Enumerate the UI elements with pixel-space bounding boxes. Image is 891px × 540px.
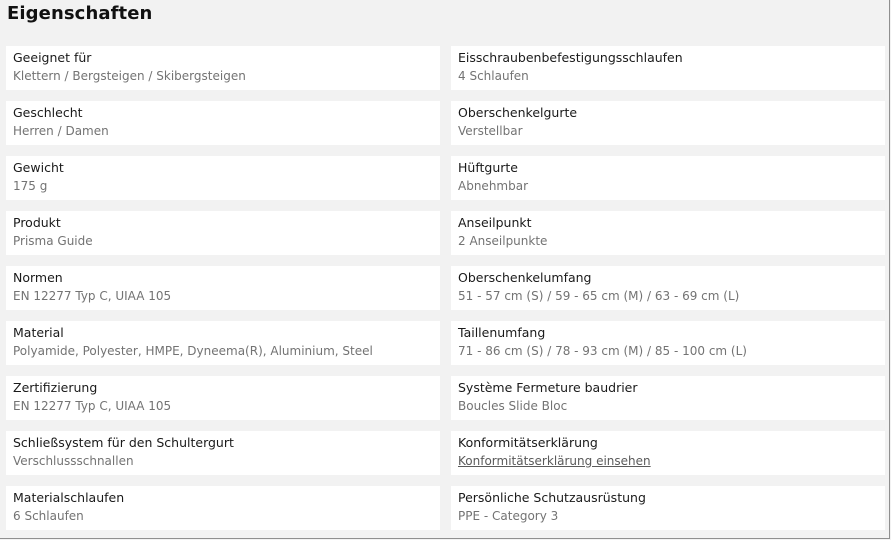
property-value: 175 g (13, 179, 48, 193)
property-label: Material (13, 325, 64, 340)
property-konformitaetserklaerung: Konformitätserklärung Konformitätserklär… (451, 431, 885, 475)
property-label: Schließsystem für den Schultergurt (13, 435, 234, 450)
property-label: Taillenumfang (458, 325, 546, 340)
property-label: Persönliche Schutzausrüstung (458, 490, 646, 505)
property-value: Boucles Slide Bloc (458, 399, 568, 413)
property-gewicht: Gewicht 175 g (6, 156, 440, 200)
property-value: 6 Schlaufen (13, 509, 84, 523)
property-label: Eisschraubenbefestigungsschlaufen (458, 50, 683, 65)
property-label: Gewicht (13, 160, 64, 175)
property-label: Konformitätserklärung (458, 435, 598, 450)
property-label: Normen (13, 270, 63, 285)
property-label: Oberschenkelumfang (458, 270, 592, 285)
property-label: Materialschlaufen (13, 490, 125, 505)
properties-grid: Geeignet für Klettern / Bergsteigen / Sk… (6, 46, 885, 530)
property-taillenumfang: Taillenumfang 71 - 86 cm (S) / 78 - 93 c… (451, 321, 885, 365)
property-value: Herren / Damen (13, 124, 109, 138)
property-value: 4 Schlaufen (458, 69, 529, 83)
property-value: EN 12277 Typ C, UIAA 105 (13, 399, 172, 413)
property-label: Geeignet für (13, 50, 92, 65)
property-normen: Normen EN 12277 Typ C, UIAA 105 (6, 266, 440, 310)
property-systeme-fermeture-baudrier: Système Fermeture baudrier Boucles Slide… (451, 376, 885, 420)
property-value: 71 - 86 cm (S) / 78 - 93 cm (M) / 85 - 1… (458, 344, 747, 358)
property-label: Système Fermeture baudrier (458, 380, 638, 395)
property-value: Abnehmbar (458, 179, 529, 193)
property-value: 51 - 57 cm (S) / 59 - 65 cm (M) / 63 - 6… (458, 289, 740, 303)
property-value: 2 Anseilpunkte (458, 234, 548, 248)
property-label: Geschlecht (13, 105, 83, 120)
property-label: Oberschenkelgurte (458, 105, 578, 120)
property-label: Zertifizierung (13, 380, 98, 395)
property-persoenliche-schutzausruestung: Persönliche Schutzausrüstung PPE - Categ… (451, 486, 885, 530)
property-zertifizierung: Zertifizierung EN 12277 Typ C, UIAA 105 (6, 376, 440, 420)
properties-panel: Eigenschaften Geeignet für Klettern / Be… (0, 0, 890, 539)
property-value: PPE - Category 3 (458, 509, 559, 523)
property-label: Anseilpunkt (458, 215, 532, 230)
property-value: Prisma Guide (13, 234, 93, 248)
property-oberschenkelgurte: Oberschenkelgurte Verstellbar (451, 101, 885, 145)
property-material: Material Polyamide, Polyester, HMPE, Dyn… (6, 321, 440, 365)
property-geschlecht: Geschlecht Herren / Damen (6, 101, 440, 145)
page-title: Eigenschaften (7, 3, 153, 24)
property-materialschlaufen: Materialschlaufen 6 Schlaufen (6, 486, 440, 530)
property-oberschenkelumfang: Oberschenkelumfang 51 - 57 cm (S) / 59 -… (451, 266, 885, 310)
property-value: EN 12277 Typ C, UIAA 105 (13, 289, 172, 303)
property-value: Verschlussschnallen (13, 454, 134, 468)
property-value: Verstellbar (458, 124, 523, 138)
property-schliesssystem-schultergurt: Schließsystem für den Schultergurt Versc… (6, 431, 440, 475)
property-label: Hüftgurte (458, 160, 518, 175)
property-label: Produkt (13, 215, 61, 230)
property-eisschraubenbefestigungsschlaufen: Eisschraubenbefestigungsschlaufen 4 Schl… (451, 46, 885, 90)
property-value: Klettern / Bergsteigen / Skibergsteigen (13, 69, 246, 83)
property-geeignet-fuer: Geeignet für Klettern / Bergsteigen / Sk… (6, 46, 440, 90)
property-value: Polyamide, Polyester, HMPE, Dyneema(R), … (13, 344, 373, 358)
conformity-declaration-link[interactable]: Konformitätserklärung einsehen (458, 452, 878, 470)
property-anseilpunkt: Anseilpunkt 2 Anseilpunkte (451, 211, 885, 255)
property-produkt: Produkt Prisma Guide (6, 211, 440, 255)
property-hueftgurte: Hüftgurte Abnehmbar (451, 156, 885, 200)
